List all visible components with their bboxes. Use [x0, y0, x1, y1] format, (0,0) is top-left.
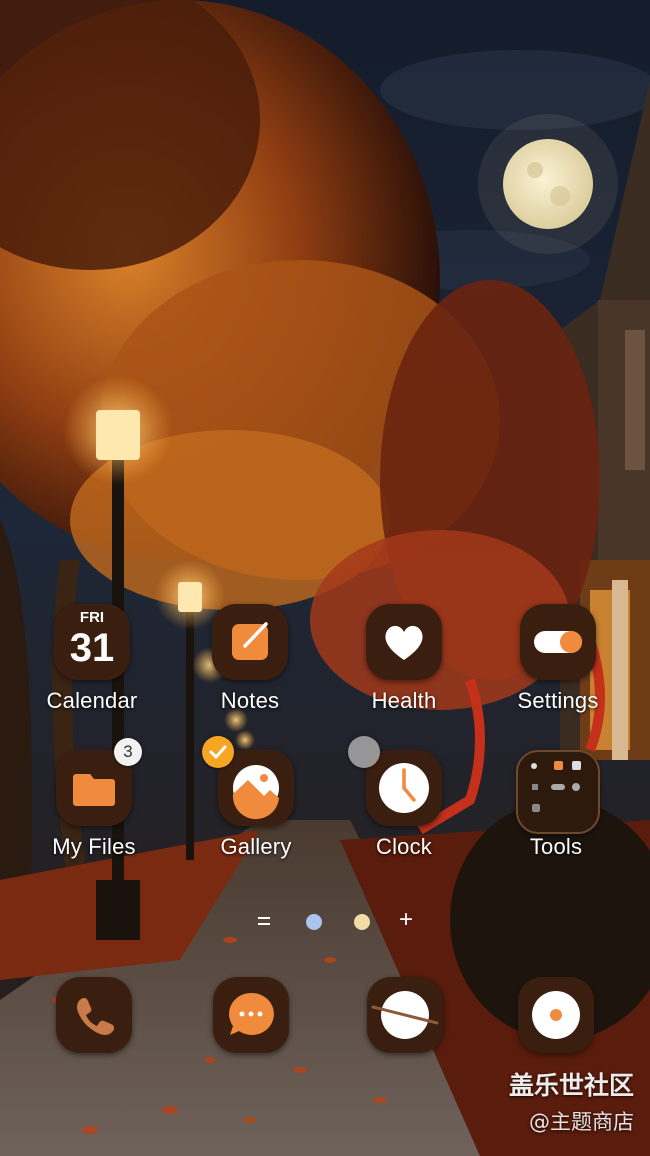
dock-messages[interactable] — [213, 977, 289, 1053]
app-label: My Files — [52, 834, 136, 859]
dock-internet[interactable] — [367, 977, 443, 1053]
page-dot-1[interactable] — [306, 914, 322, 930]
page-indicator[interactable]: + — [255, 906, 425, 938]
page-dot-2[interactable] — [354, 914, 370, 930]
app-label: Calendar — [46, 688, 138, 713]
app-label: Clock — [375, 834, 432, 859]
notes-icon — [212, 604, 288, 680]
messages-icon — [213, 977, 289, 1053]
status-dot-icon — [348, 736, 380, 768]
app-label: Notes — [220, 688, 280, 713]
dock-camera[interactable] — [518, 977, 594, 1053]
app-label: Settings — [517, 688, 599, 713]
menu-lines-icon[interactable] — [255, 912, 273, 930]
add-page-icon[interactable]: + — [399, 906, 413, 934]
toggle-icon — [520, 604, 596, 680]
app-label: Health — [371, 688, 437, 713]
watermark-subtitle: @主题商店 — [529, 1110, 634, 1134]
calendar-date: 31 — [69, 626, 115, 670]
phone-icon — [56, 977, 132, 1053]
dock-phone[interactable] — [56, 977, 132, 1053]
notification-badge: 3 — [114, 738, 142, 766]
watermark-title: 盖乐世社区 — [508, 1071, 634, 1100]
heart-icon — [366, 604, 442, 680]
calendar-day: FRI — [79, 609, 105, 626]
check-badge-icon — [202, 736, 234, 768]
internet-icon — [367, 977, 443, 1053]
app-label: Tools — [529, 834, 583, 859]
clock-icon — [366, 750, 442, 826]
camera-icon — [518, 977, 594, 1053]
app-label: Gallery — [220, 834, 292, 859]
calendar-icon: FRI 31 — [54, 604, 130, 680]
tools-folder-icon — [516, 750, 600, 834]
